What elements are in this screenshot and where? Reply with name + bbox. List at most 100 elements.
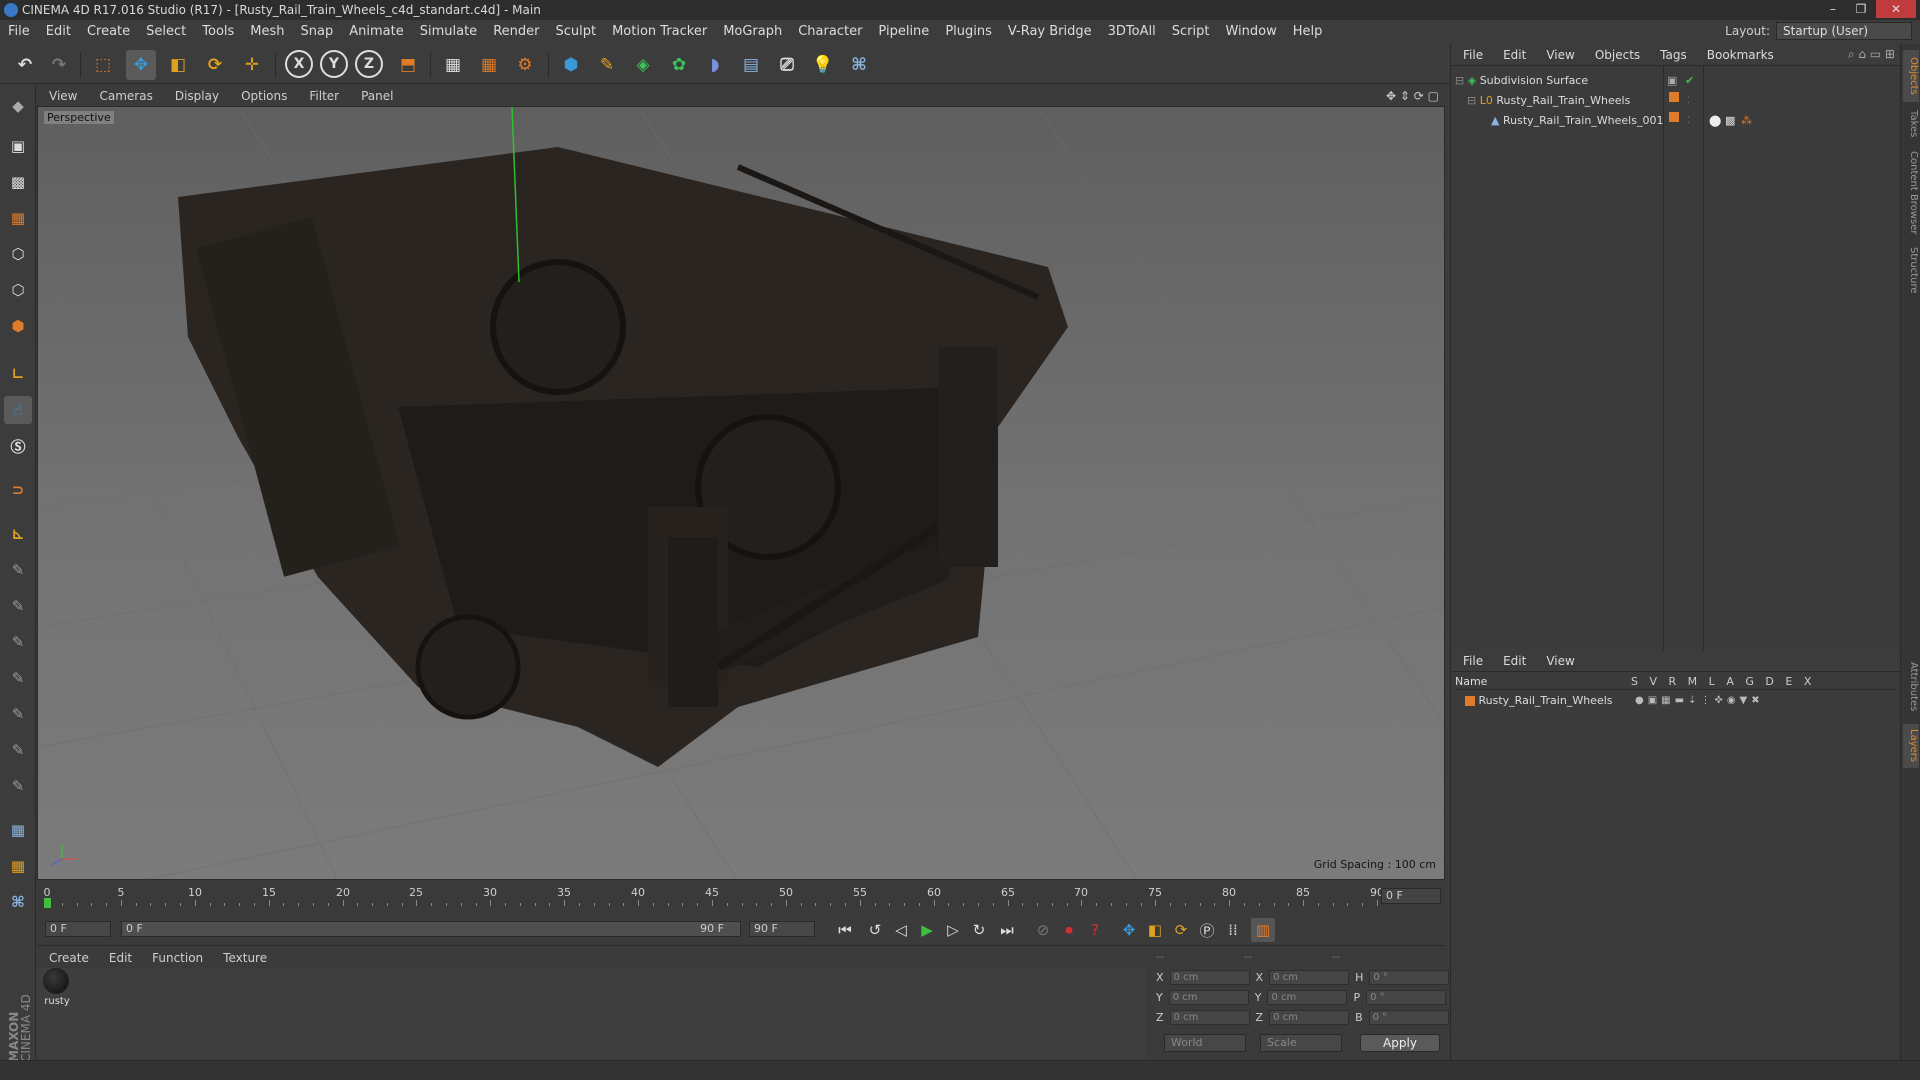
menu-vray-bridge[interactable]: V-Ray Bridge: [1000, 20, 1100, 44]
object-menu-tags[interactable]: Tags: [1648, 48, 1695, 62]
coord-size-z-field[interactable]: 0 cm: [1269, 1010, 1350, 1025]
side-tab-objects[interactable]: Objects: [1903, 50, 1919, 102]
material-tag-icon[interactable]: ⬤: [1709, 112, 1721, 130]
z-axis-lock-icon[interactable]: Z: [355, 50, 383, 78]
viewport-menu-cameras[interactable]: Cameras: [87, 89, 162, 103]
object-layer-color[interactable]: [1669, 92, 1679, 102]
menu-snap[interactable]: Snap: [293, 20, 342, 44]
texture-tag-icon[interactable]: ▩: [1725, 112, 1735, 130]
planar-workplane-icon[interactable]: ▦: [4, 852, 32, 880]
layer-menu-edit[interactable]: Edit: [1491, 654, 1534, 668]
sculpt-brush-7-icon[interactable]: ✎: [4, 772, 32, 800]
viewport-menu-filter[interactable]: Filter: [297, 89, 349, 103]
frame-range-slider[interactable]: 0 F 90 F: [121, 921, 741, 937]
viewport-nav-icons[interactable]: ✥ ⇕ ⟳ ▢: [1386, 89, 1445, 103]
menu-animate[interactable]: Animate: [341, 20, 411, 44]
layer-col-manager[interactable]: M: [1688, 675, 1699, 688]
sculpt-brush-3-icon[interactable]: ✎: [4, 628, 32, 656]
menu-edit[interactable]: Edit: [38, 20, 79, 44]
deformer-icon[interactable]: ◗: [700, 50, 730, 80]
coord-rot-b-field[interactable]: 0 °: [1368, 1010, 1449, 1025]
object-visibility-dots[interactable]: ⁚: [1687, 112, 1690, 130]
axis-mode-icon[interactable]: ∟: [4, 360, 32, 388]
move-icon[interactable]: ✥: [126, 50, 156, 80]
menu-tools[interactable]: Tools: [194, 20, 242, 44]
phong-tag-icon[interactable]: ⁂: [1741, 112, 1752, 130]
layer-col-solo[interactable]: S: [1631, 675, 1639, 688]
record-off-icon[interactable]: ⊘: [1031, 918, 1055, 942]
sculpt-brush-6-icon[interactable]: ✎: [4, 736, 32, 764]
sculpt-brush-2-icon[interactable]: ✎: [4, 592, 32, 620]
go-to-end-icon[interactable]: ⏭: [995, 918, 1019, 942]
x-axis-lock-icon[interactable]: X: [285, 50, 313, 78]
object-menu-view[interactable]: View: [1534, 48, 1582, 62]
enabled-check-icon[interactable]: ✔: [1685, 72, 1694, 90]
side-tab-attributes[interactable]: Attributes: [1903, 654, 1919, 720]
render-settings-icon[interactable]: ⚙: [510, 50, 540, 80]
texture-mode-icon[interactable]: ▩: [4, 168, 32, 196]
menu-file[interactable]: File: [0, 20, 38, 44]
coord-rot-h-field[interactable]: 0 °: [1369, 970, 1450, 985]
sculpt-brush-1-icon[interactable]: ✎: [4, 556, 32, 584]
playhead[interactable]: [44, 898, 51, 908]
polygons-mode-icon[interactable]: ⬢: [4, 312, 32, 340]
model-mode-icon[interactable]: ▣: [4, 132, 32, 160]
maximize-icon[interactable]: ❐: [1848, 0, 1874, 18]
layer-row[interactable]: Rusty_Rail_Train_Wheels ●▣▦▬⇣⋮✜◉▼✖: [1455, 692, 1895, 710]
play-icon[interactable]: ▶: [915, 918, 939, 942]
material-slot[interactable]: rusty: [43, 968, 71, 1007]
layer-col-expressions[interactable]: E: [1785, 675, 1793, 688]
previous-key-icon[interactable]: ↺: [863, 918, 887, 942]
start-frame-field[interactable]: 0 F: [45, 921, 111, 937]
end-frame-field[interactable]: 90 F: [749, 921, 815, 937]
layer-color-swatch[interactable]: [1465, 696, 1475, 706]
menu-character[interactable]: Character: [790, 20, 870, 44]
python-icon[interactable]: ⌘: [844, 50, 874, 80]
object-menu-file[interactable]: File: [1451, 48, 1491, 62]
go-to-start-icon[interactable]: ⏮: [833, 918, 857, 942]
material-menu-texture[interactable]: Texture: [211, 951, 275, 965]
menu-sculpt[interactable]: Sculpt: [547, 20, 604, 44]
minimize-icon[interactable]: –: [1820, 0, 1846, 18]
coord-mode-dropdown[interactable]: World: [1164, 1034, 1246, 1052]
object-menu-edit[interactable]: Edit: [1491, 48, 1534, 62]
undo-icon[interactable]: ↶: [10, 50, 40, 80]
side-tab-structure[interactable]: Structure: [1903, 244, 1919, 296]
cube-icon[interactable]: ⬢: [556, 50, 586, 80]
coordinate-system-icon[interactable]: ⬒: [393, 50, 423, 80]
timeline[interactable]: 0 5 10 15 20 25 30 35 40 45 50 55 60 65 70 75 80 85 90 0 F: [37, 882, 1445, 912]
layer-col-locked[interactable]: L: [1709, 675, 1716, 688]
side-tab-takes[interactable]: Takes: [1903, 106, 1919, 142]
recent-tools-icon[interactable]: ✛: [237, 50, 267, 80]
menu-script[interactable]: Script: [1164, 20, 1218, 44]
points-mode-icon[interactable]: ⬡: [4, 240, 32, 268]
viewport-camera-label[interactable]: Perspective: [44, 111, 114, 124]
y-axis-lock-icon[interactable]: Y: [320, 50, 348, 78]
menu-create[interactable]: Create: [79, 20, 138, 44]
record-active-icon[interactable]: ⏺: [1057, 918, 1081, 942]
object-manager-tools-icons[interactable]: ⌕ ⌂ ▭ ⊞: [1848, 47, 1901, 62]
light-icon[interactable]: 💡: [808, 50, 838, 80]
side-tab-content-browser[interactable]: Content Browser: [1903, 146, 1919, 240]
viewport[interactable]: Perspective Grid Spacing : 100 cm: [37, 106, 1445, 880]
layer-menu-view[interactable]: View: [1534, 654, 1582, 668]
layer-col-view[interactable]: V: [1649, 675, 1658, 688]
menu-select[interactable]: Select: [138, 20, 194, 44]
menu-help[interactable]: Help: [1285, 20, 1331, 44]
object-visibility-dots[interactable]: ▣: [1667, 72, 1677, 90]
layer-flag-icons[interactable]: ●▣▦▬⇣⋮✜◉▼✖: [1635, 692, 1764, 710]
viewport-menu-options[interactable]: Options: [229, 89, 297, 103]
menu-mesh[interactable]: Mesh: [242, 20, 292, 44]
edges-mode-icon[interactable]: ⬡: [4, 276, 32, 304]
previous-frame-icon[interactable]: ◁: [889, 918, 913, 942]
make-editable-icon[interactable]: ◆: [4, 92, 32, 120]
menu-plugins[interactable]: Plugins: [937, 20, 1000, 44]
render-picture-viewer-icon[interactable]: ▦: [474, 50, 504, 80]
coord-rot-p-field[interactable]: 0 °: [1366, 990, 1447, 1005]
object-layer-color[interactable]: [1669, 112, 1679, 122]
timeline-ruler[interactable]: 0 5 10 15 20 25 30 35 40 45 50 55 60 65 70 75 80 85 90: [44, 886, 1384, 908]
current-frame-field[interactable]: 0 F: [1381, 888, 1441, 904]
close-icon[interactable]: ✕: [1876, 0, 1916, 18]
object-row-wheels-001[interactable]: ▲ Rusty_Rail_Train_Wheels_001 ⁚ ⬤ ▩ ⁂: [1455, 112, 1895, 130]
coord-pos-z-field[interactable]: 0 cm: [1169, 1010, 1250, 1025]
